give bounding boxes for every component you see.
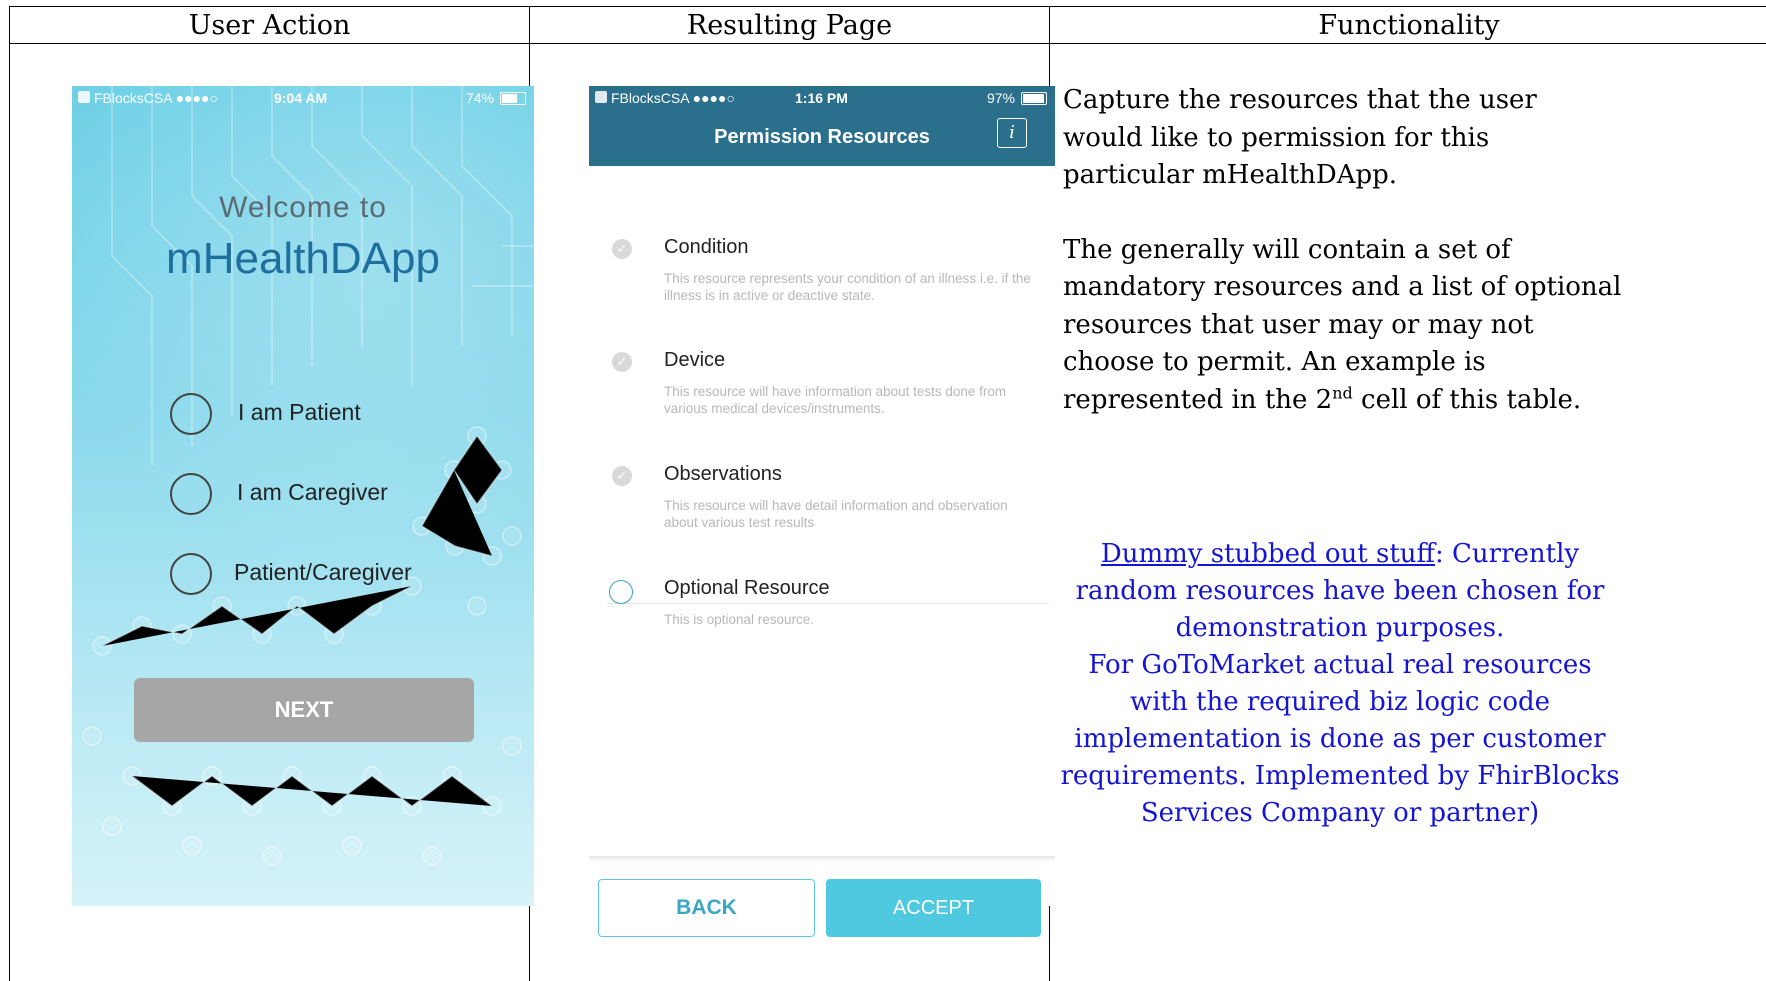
role-label: I am Caregiver [237, 479, 388, 505]
content-row: FBlocksCSA ●●●●○ 9:04 AM 74% Welcome to … [9, 43, 1766, 981]
info-icon[interactable]: i [997, 118, 1027, 148]
role-label: Patient/Caregiver [234, 559, 412, 585]
document-table: User Action Resulting Page Functionality [9, 6, 1766, 981]
column-header-resulting-page: Resulting Page [529, 6, 1050, 44]
resource-name: Optional Resource [664, 577, 830, 599]
resulting-page-cell: FBlocksCSA ●●●●○ 1:16 PM 97% Permission … [529, 43, 1055, 981]
resource-name: Device [664, 349, 726, 371]
battery-percent: 74% [465, 90, 494, 106]
checkmark-icon: ✓ [612, 466, 632, 486]
battery-icon [1021, 92, 1047, 105]
radio-icon[interactable] [170, 393, 212, 435]
next-button[interactable]: NEXT [134, 678, 474, 742]
column-header-user-action: User Action [9, 6, 530, 44]
welcome-screen-screenshot: FBlocksCSA ●●●●○ 9:04 AM 74% Welcome to … [72, 86, 534, 906]
column-header-functionality: Functionality [1049, 6, 1766, 44]
screen-title: Permission Resources [714, 126, 930, 148]
app-title: mHealthDApp [166, 234, 440, 283]
header-row: User Action Resulting Page Functionality [9, 6, 1766, 44]
ordinal-suffix: nd [1332, 382, 1353, 402]
resource-description: This resource will have information abou… [664, 384, 1007, 416]
stub-note-link[interactable]: Dummy stubbed out stuff [1101, 539, 1435, 569]
functionality-cell: Capture the resources that the user woul… [1049, 43, 1766, 981]
battery-percent: 97% [986, 90, 1015, 106]
status-time: 9:04 AM [274, 90, 328, 106]
back-button[interactable]: BACK [598, 879, 815, 937]
resource-name: Observations [664, 463, 782, 485]
back-to-app-icon [595, 91, 607, 103]
paragraph-2-tail: cell of this table. [1352, 384, 1582, 415]
battery-icon [500, 92, 526, 105]
unchecked-circle-icon[interactable] [609, 580, 633, 604]
status-bar: FBlocksCSA ●●●●○ 9:04 AM 74% [72, 86, 534, 110]
functionality-paragraph-1: Capture the resources that the user woul… [1063, 85, 1537, 190]
resource-description: This resource will have detail informati… [664, 498, 1008, 530]
nav-header: FBlocksCSA ●●●●○ 1:16 PM 97% Permission … [589, 86, 1055, 166]
resource-name: Condition [664, 236, 749, 258]
radio-icon[interactable] [170, 473, 212, 515]
permission-screen-screenshot: FBlocksCSA ●●●●○ 1:16 PM 97% Permission … [589, 86, 1055, 937]
checkmark-icon: ✓ [612, 352, 632, 372]
carrier-text: FBlocksCSA ●●●●○ [94, 90, 218, 106]
resource-description: This is optional resource. [664, 612, 815, 627]
user-action-cell: FBlocksCSA ●●●●○ 9:04 AM 74% Welcome to … [9, 43, 534, 981]
stub-note-line-2: For GoToMarket actual real resources wit… [1060, 650, 1620, 828]
status-bar: FBlocksCSA ●●●●○ 1:16 PM 97% [589, 86, 1055, 110]
accept-button[interactable]: ACCEPT [826, 879, 1041, 937]
functionality-paragraph-2: The generally will contain a set of mand… [1063, 232, 1623, 420]
resource-description: This resource represents your condition … [664, 271, 1031, 303]
back-to-app-icon [78, 91, 90, 103]
radio-icon[interactable] [170, 553, 212, 595]
carrier-text: FBlocksCSA ●●●●○ [611, 90, 735, 106]
functionality-description: Capture the resources that the user woul… [1063, 82, 1623, 419]
footer-shadow [589, 856, 1055, 862]
role-label: I am Patient [238, 399, 361, 425]
stub-note: Dummy stubbed out stuff: Currently rando… [1060, 536, 1620, 832]
checkmark-icon: ✓ [612, 239, 632, 259]
welcome-text: Welcome to [219, 191, 387, 224]
status-time: 1:16 PM [795, 90, 848, 106]
section-divider [607, 603, 1049, 604]
